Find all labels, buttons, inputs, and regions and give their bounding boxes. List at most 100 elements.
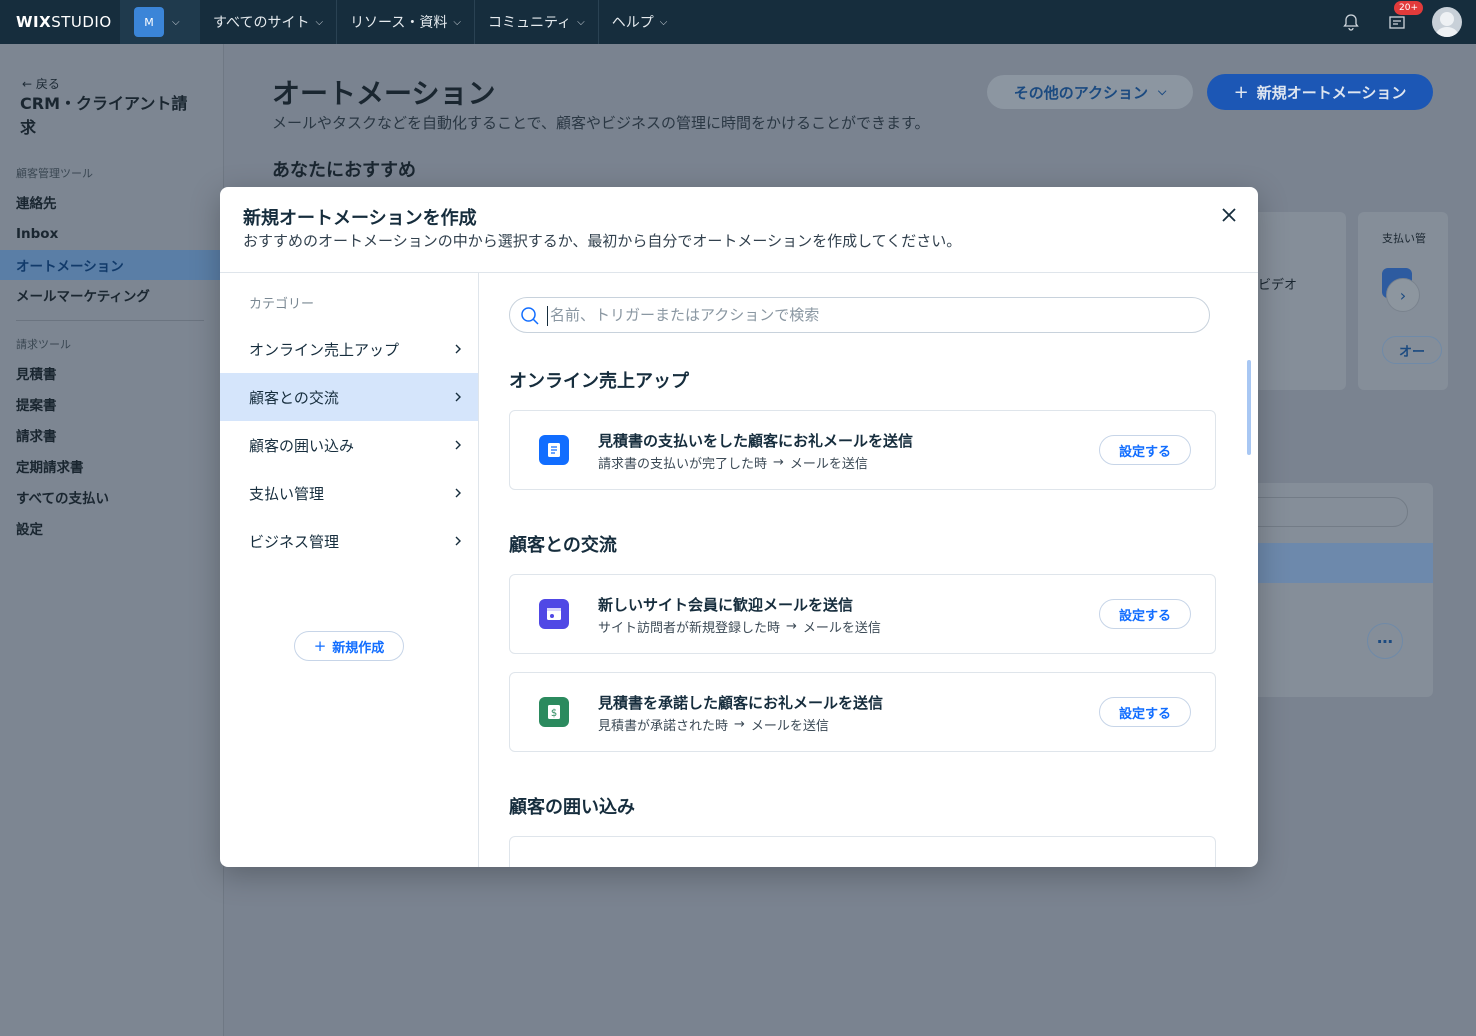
page-title: オートメーション — [272, 77, 496, 110]
section-label-billing: 請求ツール — [16, 338, 71, 351]
chevron-right-icon[interactable]: › — [1386, 278, 1420, 312]
close-icon[interactable] — [1218, 204, 1240, 226]
section-title-online-sales: オンライン売上アップ — [509, 371, 689, 392]
nav-resources[interactable]: リソース・資料 ⌵ — [337, 0, 475, 44]
setup-button[interactable]: 設定する — [1099, 435, 1191, 465]
chevron-down-icon: ⌵ — [453, 16, 461, 28]
category-panel: カテゴリー オンライン売上アップ 顧客との交流 顧客の囲い込み 支払い管理 ビジ… — [220, 273, 479, 867]
chevron-down-icon: ⌵ — [659, 16, 668, 28]
nav-all-sites[interactable]: すべてのサイト ⌵ — [200, 0, 338, 44]
app-title: CRM・クライアント請求 — [20, 94, 188, 137]
section-title-customer-retention: 顧客の囲い込み — [509, 797, 635, 818]
chevron-down-icon: ⌵ — [172, 16, 180, 28]
nav-community[interactable]: コミュニティ ⌵ — [475, 0, 599, 44]
setup-button[interactable]: 設定する — [1099, 697, 1191, 727]
automation-title: 新しいサイト会員に歓迎メールを送信 — [598, 596, 854, 614]
sidebar-item-invoices[interactable]: 請求書 — [0, 420, 220, 450]
scrollbar-thumb[interactable] — [1247, 360, 1251, 455]
category-customer-engagement[interactable]: 顧客との交流 — [220, 373, 478, 421]
top-bar: WIXSTUDIO M ⌵ すべてのサイト ⌵ リソース・資料 ⌵ コミュニティ ⌵ … — [0, 0, 1476, 44]
other-actions-button[interactable]: その他のアクション ⌵ — [987, 75, 1193, 109]
action-text: メールを送信 — [789, 457, 868, 472]
category-business-management[interactable]: ビジネス管理 — [220, 517, 478, 565]
bg-card-text: ビデオ — [1258, 278, 1298, 293]
automation-card[interactable] — [509, 836, 1216, 867]
sidebar-item-inbox[interactable]: Inbox — [0, 219, 220, 249]
sidebar-item-recurring-invoices[interactable]: 定期請求書 — [0, 451, 220, 481]
category-customer-retention[interactable]: 顧客の囲い込み — [220, 421, 478, 469]
page-subtitle: メールやタスクなどを自動化することで、顧客やビジネスの管理に時間をかけることがで… — [272, 114, 930, 132]
member-icon — [539, 599, 569, 629]
category-item-label: 顧客の囲い込み — [249, 436, 355, 455]
automation-description: 請求書の支払いが完了した時 → メールを送信 — [598, 453, 868, 472]
chevron-right-icon — [455, 536, 461, 546]
user-avatar[interactable] — [1432, 7, 1462, 37]
quote-dollar-icon: $ — [539, 697, 569, 727]
sidebar-item-settings[interactable]: 設定 — [0, 513, 220, 543]
sidebar-item-email-marketing[interactable]: メールマーケティング — [0, 280, 220, 310]
plus-icon: + — [313, 637, 327, 655]
search-input[interactable] — [550, 306, 1190, 324]
svg-text:$: $ — [551, 708, 557, 719]
back-link[interactable]: ← 戻る — [22, 75, 60, 92]
category-item-label: 支払い管理 — [249, 484, 325, 503]
arrow-right-icon: → — [773, 455, 784, 470]
automation-description: 見積書が承諾された時 → メールを送信 — [598, 715, 829, 734]
section-title-customer-engagement: 顧客との交流 — [509, 535, 617, 556]
bell-icon[interactable] — [1340, 11, 1362, 33]
table-search-input[interactable] — [1240, 497, 1408, 527]
chevron-down-icon: ⌵ — [315, 16, 324, 28]
sidebar-item-proposals[interactable]: 提案書 — [0, 389, 220, 419]
divider — [16, 320, 204, 321]
search-icon — [521, 307, 539, 325]
chevron-right-icon — [455, 440, 461, 450]
arrow-right-icon: → — [786, 619, 797, 634]
table-header-row — [1240, 543, 1433, 583]
sidebar: ← 戻る CRM・クライアント請求 顧客管理ツール 連絡先 Inbox オートメ… — [0, 44, 224, 1036]
setup-button[interactable]: 設定する — [1099, 599, 1191, 629]
category-payment-management[interactable]: 支払い管理 — [220, 469, 478, 517]
sidebar-item-all-payments[interactable]: すべての支払い — [0, 482, 220, 512]
action-text: メールを送信 — [750, 719, 829, 734]
create-automation-modal: 新規オートメーションを作成 おすすめのオートメーションの中から選択するか、最初か… — [220, 187, 1258, 867]
wix-studio-logo[interactable]: WIXSTUDIO — [16, 13, 120, 31]
automation-list-panel: オンライン売上アップ 見積書の支払いをした顧客にお礼メールを送信 請求書の支払い… — [479, 273, 1258, 867]
more-actions-icon[interactable]: ⋯ — [1367, 623, 1403, 659]
category-item-label: ビジネス管理 — [249, 532, 340, 551]
sidebar-item-contacts[interactable]: 連絡先 — [0, 187, 220, 217]
site-avatar: M — [134, 7, 164, 37]
sidebar-item-automations[interactable]: オートメーション — [0, 250, 220, 280]
chevron-right-icon — [455, 344, 461, 354]
automation-card[interactable]: 新しいサイト会員に歓迎メールを送信 サイト訪問者が新規登録した時 → メールを送… — [509, 574, 1216, 654]
chevron-down-icon: ⌵ — [577, 16, 585, 28]
search-bar[interactable] — [509, 297, 1210, 333]
arrow-left-icon: ← — [22, 77, 33, 91]
modal-title: 新規オートメーションを作成 — [243, 208, 477, 229]
automation-title: 見積書を承諾した顧客にお礼メールを送信 — [598, 694, 884, 712]
category-label: カテゴリー — [249, 297, 315, 312]
section-label-crm: 顧客管理ツール — [16, 167, 93, 180]
category-online-sales[interactable]: オンライン売上アップ — [220, 325, 478, 373]
new-create-button[interactable]: + 新規作成 — [294, 631, 404, 661]
chevron-down-icon: ⌵ — [1157, 85, 1167, 98]
chevron-right-icon — [455, 392, 461, 402]
inbox-icon[interactable]: 20+ — [1386, 1, 1423, 33]
category-item-label: オンライン売上アップ — [249, 340, 400, 359]
card-action-button[interactable]: オー — [1382, 336, 1442, 364]
automation-card[interactable]: 見積書の支払いをした顧客にお礼メールを送信 請求書の支払いが完了した時 → メー… — [509, 410, 1216, 490]
new-automation-button[interactable]: + 新規オートメーション — [1207, 74, 1433, 110]
top-nav: すべてのサイト ⌵ リソース・資料 ⌵ コミュニティ ⌵ ヘルプ ⌵ — [200, 0, 680, 44]
arrow-right-icon: → — [734, 717, 745, 732]
site-switcher[interactable]: M ⌵ — [120, 0, 200, 44]
new-create-label: 新規作成 — [332, 640, 385, 656]
nav-help[interactable]: ヘルプ ⌵ — [599, 0, 681, 44]
bg-card-text: 支払い管 — [1382, 232, 1426, 245]
sidebar-item-quotes[interactable]: 見積書 — [0, 358, 220, 388]
modal-subtitle: おすすめのオートメーションの中から選択するか、最初から自分でオートメーションを作… — [243, 232, 962, 250]
automation-card[interactable]: $ 見積書を承諾した顧客にお礼メールを送信 見積書が承諾された時 → メールを送… — [509, 672, 1216, 752]
modal-header: 新規オートメーションを作成 おすすめのオートメーションの中から選択するか、最初か… — [220, 187, 1258, 273]
automation-description: サイト訪問者が新規登録した時 → メールを送信 — [598, 617, 881, 636]
notifications-badge: 20+ — [1394, 1, 1423, 15]
recommended-title: あなたにおすすめ — [272, 160, 416, 181]
text-caret — [547, 306, 548, 326]
